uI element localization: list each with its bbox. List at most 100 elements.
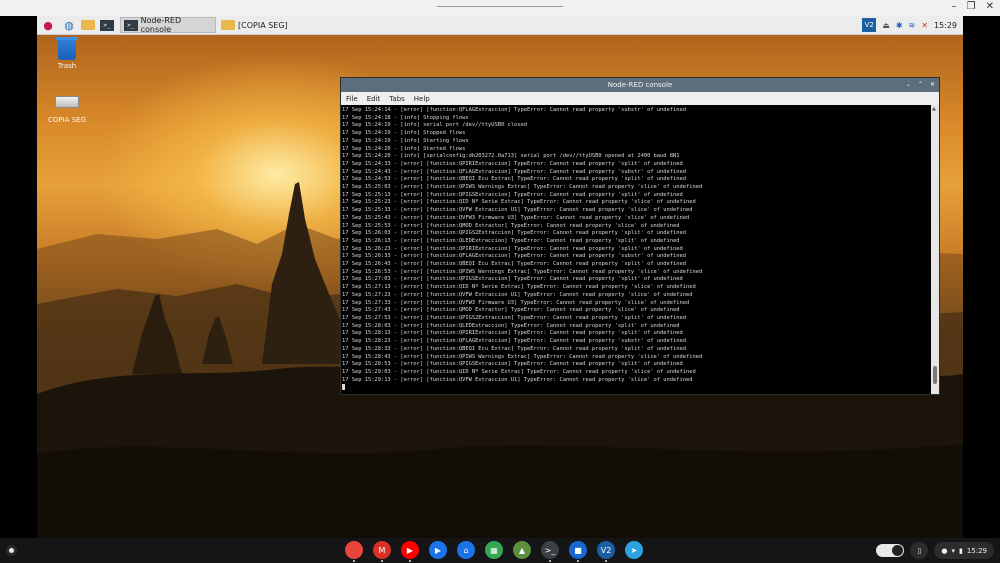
shelf-app-glyph: ➤ — [630, 545, 638, 555]
outer-window-controls: – ❐ ✕ — [952, 1, 994, 12]
terminal-line: 17 Sep 15:28:13 - [error] [function:QPIR… — [342, 330, 683, 337]
terminal-line: 17 Sep 15:24:53 - [error] [function:QBEQ… — [342, 176, 687, 183]
gmail-icon[interactable]: M — [373, 541, 391, 562]
scroll-up-icon[interactable]: ▲ — [932, 106, 936, 112]
terminal-title: Node-RED console — [607, 81, 673, 89]
panel-tray: V2 ⏏ ✱ ≋ ✕ 15:29 — [862, 16, 963, 34]
taskbar-item-label: [COPIA SEG] — [238, 20, 288, 30]
terminal-line: 17 Sep 15:28:53 - [error] [function:QPIG… — [342, 361, 683, 368]
terminal-scrollbar[interactable]: ▲ — [931, 105, 939, 394]
shelf-app-glyph: ▶ — [434, 545, 442, 555]
terminal-line: 17 Sep 15:24:19 - [info] Starting flows — [342, 137, 469, 144]
menu-file[interactable]: File — [346, 95, 358, 103]
terminal-line: 17 Sep 15:28:33 - [error] [function:QBEQ… — [342, 345, 687, 352]
terminal-line: 17 Sep 15:26:03 - [error] [function:QPIG… — [342, 230, 687, 237]
terminal-line: 17 Sep 15:27:53 - [error] [function:QPIG… — [342, 314, 687, 321]
system-tray[interactable]: ● ▾ ▮ 15:29 — [934, 542, 994, 559]
terminal-line: 17 Sep 15:29:03 - [error] [function:QID … — [342, 368, 696, 375]
terminal-line: 17 Sep 15:24:20 - [info] Started flows — [342, 145, 466, 152]
chrome-icon[interactable] — [345, 541, 363, 562]
wifi-icon[interactable]: ≋ — [909, 21, 916, 30]
close-icon[interactable]: ✕ — [986, 1, 994, 12]
terminal-cursor — [342, 384, 345, 391]
eject-icon[interactable]: ⏏ — [882, 21, 890, 30]
panel-clock: 15:29 — [933, 20, 957, 30]
restore-icon[interactable]: ❐ — [967, 1, 976, 12]
launcher-button[interactable] — [6, 545, 17, 556]
files-app-icon[interactable]: ■ — [569, 541, 587, 562]
desktop-icon-trash[interactable]: Trash — [37, 37, 97, 70]
youtube-icon[interactable]: ▶ — [401, 541, 419, 562]
drag-handle[interactable] — [437, 6, 563, 9]
terminal-window: Node-RED console ⌄ ⌃ ✕ File Edit Tabs He… — [341, 78, 939, 394]
play-store-icon[interactable]: ▶ — [429, 541, 447, 559]
terminal-line: 17 Sep 15:24:19 - [info] serial port /de… — [342, 122, 527, 129]
taskbar-item-copia-seg[interactable]: [COPIA SEG] — [218, 17, 300, 33]
terminal-line: 17 Sep 15:27:13 - [error] [function:QID … — [342, 284, 696, 291]
web-browser-icon[interactable]: ◍ — [61, 17, 77, 33]
trash-icon — [56, 37, 78, 60]
terminal-line: 17 Sep 15:25:23 - [error] [function:QID … — [342, 199, 696, 206]
linux-apps-icon[interactable]: ▲ — [513, 541, 531, 559]
terminal-line: 17 Sep 15:27:03 - [error] [function:QPIG… — [342, 276, 683, 283]
minimize-icon[interactable]: – — [952, 1, 957, 12]
battery-icon: ▮ — [958, 546, 963, 555]
files-icon[interactable]: ⌂ — [457, 541, 475, 559]
terminal-icon: >_ — [124, 19, 138, 31]
status-area: ▯ ● ▾ ▮ 15:29 — [876, 542, 994, 559]
chevron-up-icon[interactable]: ⌃ — [918, 78, 923, 92]
night-light-toggle[interactable] — [876, 544, 905, 557]
chevron-down-icon[interactable]: ⌄ — [906, 78, 911, 92]
google-app-icon[interactable]: ▦ — [485, 541, 503, 559]
terminal-line: 17 Sep 15:25:53 - [error] [function:QMOD… — [342, 222, 680, 229]
drive-icon — [55, 96, 79, 108]
running-indicator — [409, 560, 411, 562]
close-icon[interactable]: ✕ — [930, 78, 935, 92]
shelf-app-glyph: ▲ — [518, 545, 526, 555]
terminal-line: 17 Sep 15:25:33 - [error] [function:QVFW… — [342, 207, 693, 214]
terminal-line: 17 Sep 15:24:18 - [info] Stopping flows — [342, 114, 469, 121]
terminal-line: 17 Sep 15:26:43 - [error] [function:QBEQ… — [342, 261, 687, 268]
telegram-icon[interactable]: ➤ — [625, 541, 643, 559]
vnc-viewer-icon[interactable]: V2 — [597, 541, 615, 562]
shelf-app-glyph: ▶ — [406, 545, 414, 555]
shelf-app-glyph: V2 — [600, 545, 612, 555]
menu-help[interactable]: Help — [414, 95, 430, 103]
desktop-icon-label: Trash — [57, 62, 77, 70]
menu-edit[interactable]: Edit — [367, 95, 381, 103]
terminal-line: 17 Sep 15:29:13 - [error] [function:QVFW… — [342, 376, 693, 383]
terminal-line: 17 Sep 15:28:23 - [error] [function:QFLA… — [342, 338, 687, 345]
terminal-menubar: File Edit Tabs Help — [341, 92, 939, 105]
terminal-line: 17 Sep 15:28:43 - [error] [function:QPIW… — [342, 353, 703, 360]
scrollbar-thumb[interactable] — [933, 366, 937, 384]
terminal-line: 17 Sep 15:24:43 - [error] [function:QFLA… — [342, 168, 687, 175]
terminal-icon[interactable]: >_ — [541, 541, 559, 562]
terminal-line: 17 Sep 15:24:20 - [info] [serialconfig:d… — [342, 153, 680, 160]
terminal-titlebar[interactable]: Node-RED console ⌄ ⌃ ✕ — [341, 78, 939, 92]
terminal-line: 17 Sep 15:27:43 - [error] [function:QMOD… — [342, 307, 680, 314]
vnc-icon[interactable]: V2 — [862, 18, 877, 32]
running-indicator — [353, 560, 355, 562]
terminal-line: 17 Sep 15:25:03 - [error] [function:QPIW… — [342, 184, 703, 191]
menu-tabs[interactable]: Tabs — [389, 95, 405, 103]
running-indicator — [605, 560, 607, 562]
launcher-icon — [9, 548, 14, 553]
desktop-icon-label: COPIA SEG — [48, 116, 86, 124]
bluetooth-icon[interactable]: ✱ — [896, 21, 903, 30]
file-manager-icon[interactable] — [80, 17, 96, 33]
shelf-app-glyph: ▦ — [490, 545, 498, 555]
terminal-line: 17 Sep 15:27:33 - [error] [function:QVFW… — [342, 299, 690, 306]
terminal-launcher-icon[interactable]: >_ — [99, 17, 115, 33]
shelf-app-glyph: >_ — [544, 545, 556, 555]
raspberry-menu-icon[interactable]: ● — [40, 17, 56, 33]
phone-icon: ▯ — [917, 546, 922, 555]
terminal-output[interactable]: 17 Sep 15:24:14 - [error] [function:QFLA… — [341, 105, 931, 394]
phone-hub-button[interactable]: ▯ — [910, 542, 929, 559]
terminal-line: 17 Sep 15:25:43 - [error] [function:QVFW… — [342, 214, 690, 221]
volume-muted-icon[interactable]: ✕ — [921, 21, 928, 30]
desktop-icon-copia-seg[interactable]: COPIA SEG — [37, 96, 97, 124]
terminal-line: 17 Sep 15:25:13 - [error] [function:QPIG… — [342, 191, 683, 198]
taskbar-item-node-red-console[interactable]: >_ Node-RED console — [120, 16, 216, 34]
terminal-line: 17 Sep 15:26:23 - [error] [function:QPIR… — [342, 245, 683, 252]
lxde-top-panel: ● ◍ >_ >_ Node-RED console [COPIA SEG] V… — [37, 16, 963, 35]
